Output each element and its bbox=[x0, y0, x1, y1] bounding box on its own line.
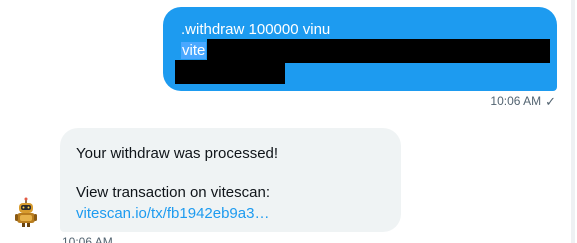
incoming-message-time: 10:06 AM bbox=[62, 235, 113, 243]
outgoing-message-meta: 10:06 AM ✓ bbox=[490, 94, 556, 108]
outgoing-message-line-2: vite bbox=[181, 41, 207, 60]
incoming-message-line-2: View transaction on vitescan: bbox=[76, 184, 270, 201]
vitescan-transaction-link[interactable]: vitescan.io/tx/fb1942eb9a3… bbox=[76, 205, 269, 222]
outgoing-message-time: 10:06 AM bbox=[490, 94, 542, 108]
redaction-block bbox=[175, 60, 285, 84]
outgoing-message-selected-text: vite bbox=[181, 42, 207, 59]
incoming-message-link-line: vitescan.io/tx/fb1942eb9a3… bbox=[76, 204, 269, 223]
message-thread: .withdraw 100000 vinu vite 10:06 AM ✓ Yo… bbox=[0, 0, 577, 243]
scrollbar[interactable] bbox=[571, 0, 575, 243]
outgoing-message-bubble[interactable]: .withdraw 100000 vinu vite bbox=[163, 7, 557, 91]
incoming-message-line-1: Your withdraw was processed! bbox=[76, 145, 279, 162]
checkmark-icon: ✓ bbox=[545, 93, 556, 109]
robot-avatar-icon[interactable] bbox=[7, 194, 45, 232]
incoming-message-bubble[interactable]: Your withdraw was processed! View transa… bbox=[60, 128, 401, 232]
outgoing-message-line-1: .withdraw 100000 vinu bbox=[181, 21, 331, 38]
